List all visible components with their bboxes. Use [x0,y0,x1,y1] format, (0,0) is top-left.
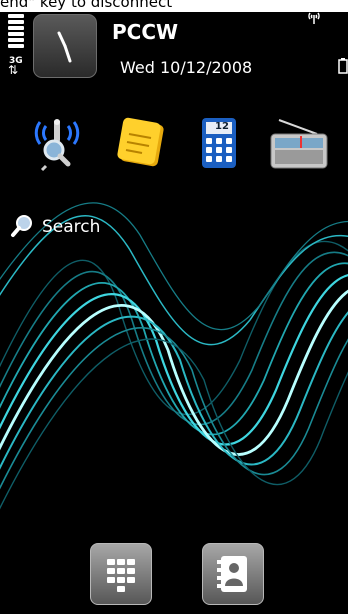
contacts-icon [217,556,247,592]
shortcut-radio[interactable] [267,114,328,172]
antenna-icon [307,12,321,27]
battery-icon [338,58,348,74]
contacts-button[interactable] [202,543,264,605]
search-widget[interactable]: Search [10,214,100,238]
home-screen: end" key to disconnect 3G ⇅ PCCW Wed 10/… [0,0,348,614]
dialer-icon [107,559,135,592]
signal-bars-icon [8,14,24,50]
notes-icon [117,117,164,167]
operator-name: PCCW [112,20,179,44]
search-label: Search [42,217,101,237]
shortcut-notes[interactable] [115,114,169,172]
shortcut-calculator[interactable]: 12 [192,114,246,172]
data-transfer-icon: ⇅ [8,63,19,77]
top-banner: end" key to disconnect [0,0,348,12]
dialer-button[interactable] [90,543,152,605]
radio-icon [270,119,328,169]
clock-widget[interactable] [33,14,97,78]
date-label: Wed 10/12/2008 [120,58,253,77]
wallpaper-waves [0,202,348,510]
search-icon [11,215,32,237]
top-banner-text: end" key to disconnect [0,0,173,11]
calculator-display-text: 12 [215,121,229,132]
clock-icon [57,31,72,63]
connectivity-icon [34,119,80,172]
shortcut-connectivity[interactable] [30,114,84,172]
